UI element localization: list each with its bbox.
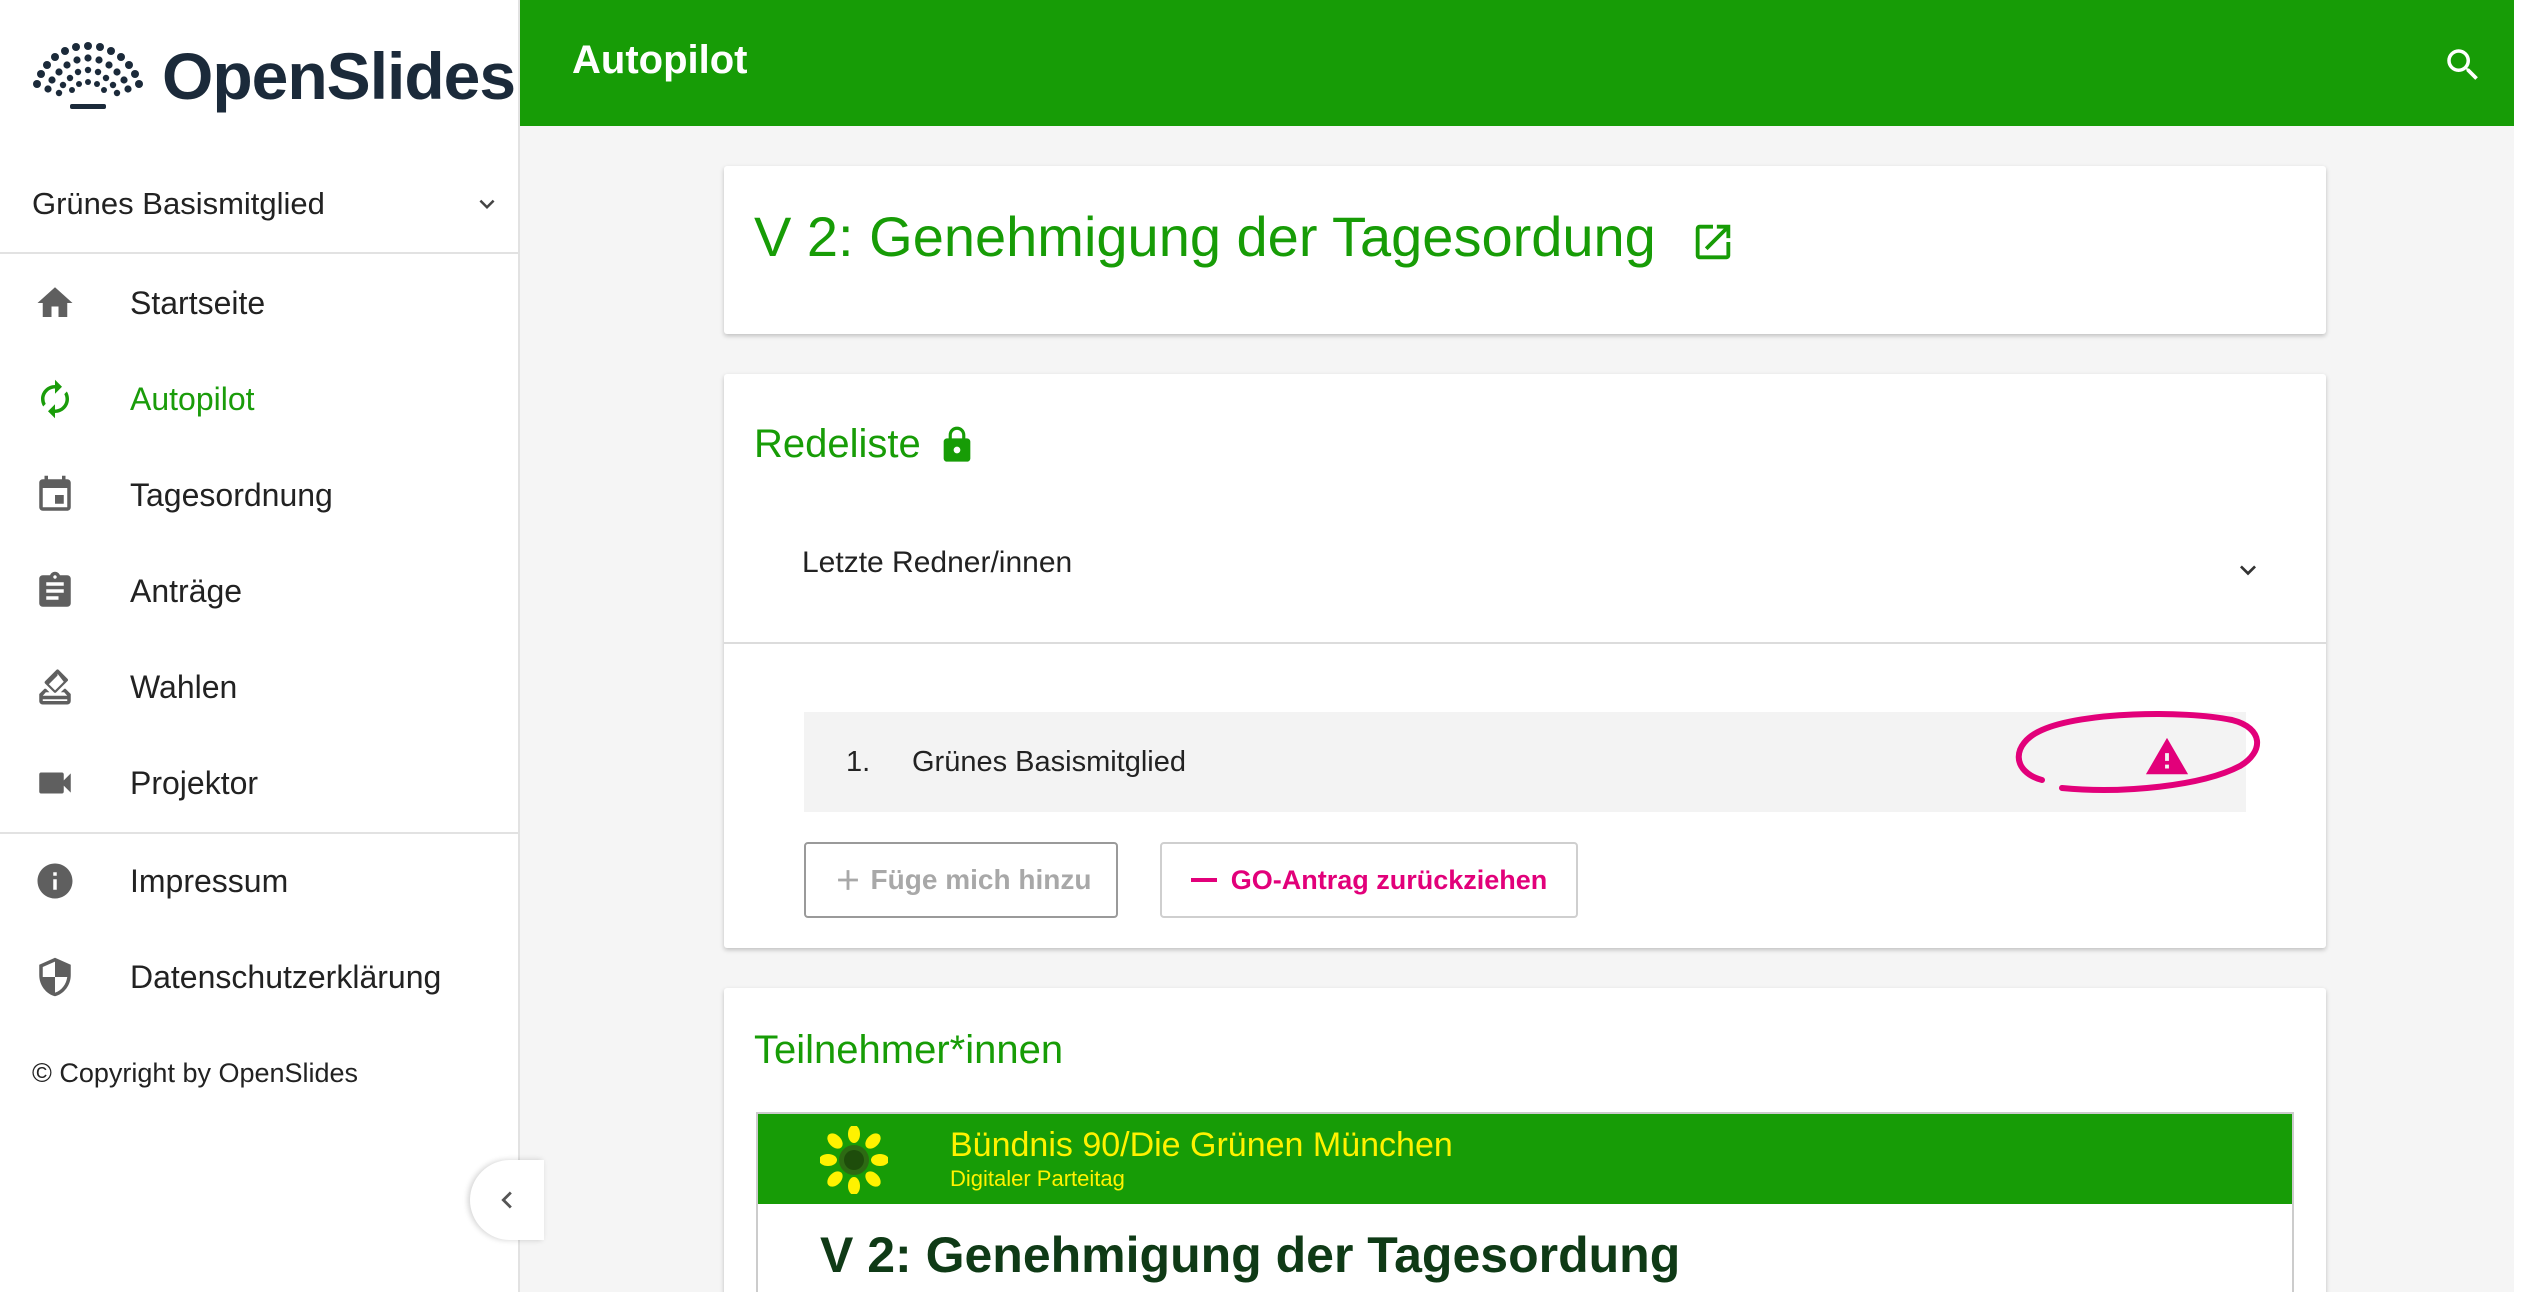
last-speakers-label: Letzte Redner/innen xyxy=(802,546,1073,579)
minus-icon xyxy=(1190,878,1217,882)
speakers-card: Redeliste Letzte Redner/innen 1. Grünes … xyxy=(724,374,2326,948)
topic-card: V 2: Genehmigung der Tagesordung xyxy=(724,166,2326,334)
assignment-icon xyxy=(39,571,71,607)
topic-title: V 2: Genehmigung der Tagesordung xyxy=(754,205,1656,268)
nav-item-wahlen[interactable]: Wahlen xyxy=(0,642,520,732)
openslides-logo-icon xyxy=(33,42,143,109)
topic-title-row: V 2: Genehmigung der Tagesordung xyxy=(754,204,1736,269)
plus-icon xyxy=(837,870,858,890)
info-icon xyxy=(37,863,73,899)
calendar-icon xyxy=(39,475,71,511)
nav-label: Autopilot xyxy=(130,380,255,417)
chevron-down-icon xyxy=(2240,565,2256,576)
videocam-icon xyxy=(39,772,71,794)
search-icon xyxy=(2447,49,2478,80)
divider xyxy=(724,642,2326,644)
lock-icon xyxy=(943,426,971,462)
open-in-new-icon[interactable] xyxy=(1690,219,1736,265)
withdraw-label: GO-Antrag zurückziehen xyxy=(1230,864,1548,895)
nav-item-impressum[interactable]: Impressum xyxy=(0,836,520,926)
user-name: Grünes Basismitglied xyxy=(32,186,325,221)
nav-item-antraege[interactable]: Anträge xyxy=(0,546,520,636)
participants-heading: Teilnehmer*innen xyxy=(754,1028,1064,1072)
sidebar: OpenSlides Grünes Basismitglied Startsei… xyxy=(0,0,520,1292)
logo-text: OpenSlides xyxy=(162,39,516,113)
projector-event-name: Digitaler Parteitag xyxy=(950,1166,1125,1191)
shield-icon xyxy=(39,957,71,997)
sunflower-logo-icon xyxy=(820,1126,888,1194)
speaker-name: Grünes Basismitglied xyxy=(912,745,1186,778)
nav-label: Anträge xyxy=(130,572,243,609)
participants-card: Teilnehmer*innen Bündnis 90/Die Grünen M… xyxy=(724,988,2326,1292)
nav-label: Startseite xyxy=(130,284,266,321)
nav-item-startseite[interactable]: Startseite xyxy=(0,258,520,348)
projector-header: Bündnis 90/Die Grünen München Digitaler … xyxy=(758,1114,2292,1204)
add-me-button[interactable]: Füge mich hinzu xyxy=(804,842,1118,918)
user-menu[interactable]: Grünes Basismitglied xyxy=(32,186,502,222)
last-speakers-expander[interactable]: Letzte Redner/innen xyxy=(802,546,2302,586)
window-edge xyxy=(2514,0,2534,1292)
chevron-down-icon xyxy=(479,199,495,209)
withdraw-point-of-order-button[interactable]: GO-Antrag zurückziehen xyxy=(1160,842,1578,918)
copyright-text: © Copyright by OpenSlides xyxy=(32,1058,359,1088)
nav-label: Impressum xyxy=(130,862,289,899)
page-title: Autopilot xyxy=(572,38,748,82)
divider xyxy=(0,252,520,254)
projector-org-name: Bündnis 90/Die Grünen München xyxy=(950,1126,1453,1164)
nav-label: Datenschutzerklärung xyxy=(130,958,442,995)
collapse-sidebar-button[interactable] xyxy=(470,1160,544,1240)
projector-slide-title: V 2: Genehmigung der Tagesordung xyxy=(820,1227,1681,1283)
home-icon xyxy=(37,287,73,317)
speakers-heading: Redeliste xyxy=(754,422,921,466)
add-me-label: Füge mich hinzu xyxy=(870,864,1092,895)
ballot-icon xyxy=(39,669,71,705)
nav-label: Wahlen xyxy=(130,668,238,705)
nav-label: Projektor xyxy=(130,764,259,801)
nav-label: Tagesordnung xyxy=(130,476,333,513)
nav-item-projektor[interactable]: Projektor xyxy=(0,738,520,828)
projector-preview[interactable]: Bündnis 90/Die Grünen München Digitaler … xyxy=(756,1112,2294,1292)
chevron-left-icon xyxy=(501,1191,512,1209)
highlight-annotation xyxy=(2015,711,2260,793)
openslides-logo[interactable]: OpenSlides xyxy=(32,38,516,114)
nav-item-autopilot[interactable]: Autopilot xyxy=(0,354,520,444)
divider xyxy=(0,832,520,834)
nav-item-datenschutz[interactable]: Datenschutzerklärung xyxy=(0,932,520,1022)
speaker-number: 1. xyxy=(846,745,871,778)
search-button[interactable] xyxy=(2442,44,2484,86)
top-bar: Autopilot xyxy=(520,0,2514,126)
autorenew-icon xyxy=(41,379,69,419)
nav-item-tagesordnung[interactable]: Tagesordnung xyxy=(0,450,520,540)
speakers-heading-row: Redeliste xyxy=(754,422,977,467)
